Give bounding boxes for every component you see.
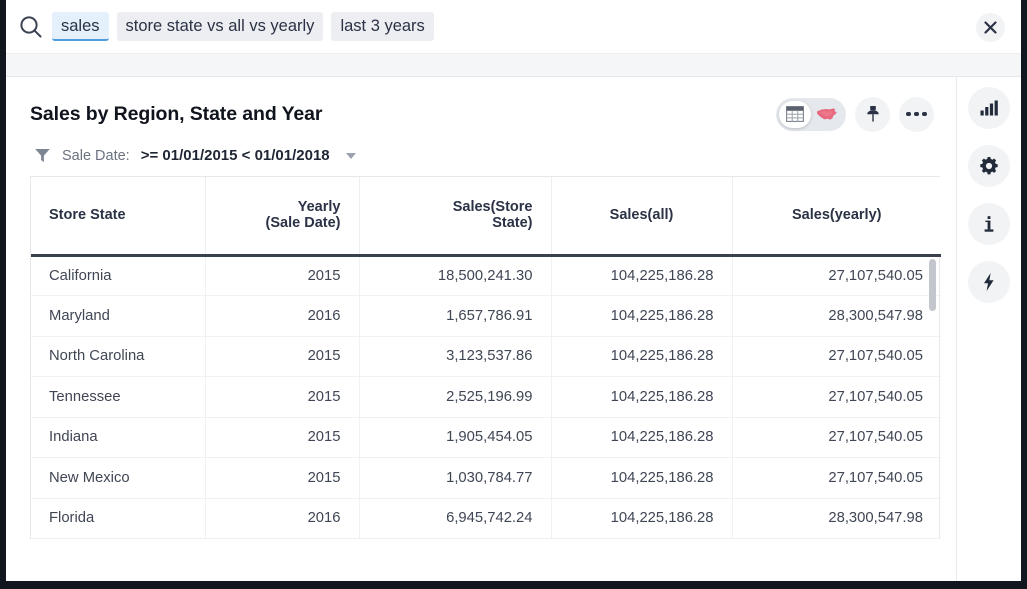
visualization-panel: Sales by Region, State and Year [6,77,956,581]
cell-sales-all: 104,225,186.28 [551,336,732,377]
sidebar-item-settings[interactable] [968,145,1010,187]
table-body: California 2015 18,500,241.30 104,225,18… [31,255,941,539]
cell-yearly: 2015 [205,255,359,296]
toolbar-strip [6,53,1021,77]
toggle-map-view[interactable] [811,101,843,128]
table-row[interactable]: Maryland 2016 1,657,786.91 104,225,186.2… [31,296,941,337]
table-row[interactable]: California 2015 18,500,241.30 104,225,18… [31,255,941,296]
search-chip-store-state-vs-all-vs-yearly[interactable]: store state vs all vs yearly [117,12,324,41]
filter-bar[interactable]: Sale Date: >= 01/01/2015 < 01/01/2018 [6,133,956,176]
cell-yearly: 2015 [205,377,359,418]
column-header-yearly-line2: (Sale Date) [224,215,341,231]
cell-sales-yearly: 27,107,540.05 [732,336,941,377]
cell-sales-all: 104,225,186.28 [551,498,732,539]
us-map-icon [816,107,838,122]
cell-sales-all: 104,225,186.28 [551,417,732,458]
cell-sales-yearly: 27,107,540.05 [732,377,941,418]
view-mode-toggle[interactable] [776,98,846,131]
cell-sales-store-state: 3,123,537.86 [359,336,551,377]
table-header-row: Store State Yearly (Sale Date) Sales(Sto… [31,177,941,255]
column-header-yearly[interactable]: Yearly (Sale Date) [205,177,359,255]
cell-yearly: 2015 [205,458,359,499]
sidebar-item-info[interactable] [968,203,1010,245]
chevron-down-icon[interactable] [346,153,356,159]
cell-sales-all: 104,225,186.28 [551,255,732,296]
more-options-icon [906,112,927,117]
application-window: sales store state vs all vs yearly last … [0,0,1027,589]
visualization-header: Sales by Region, State and Year [6,77,956,133]
column-header-sales-yearly[interactable]: Sales(yearly) [732,177,941,255]
body: Sales by Region, State and Year [6,77,1021,581]
cell-store-state: Maryland [31,296,205,337]
data-table: Store State Yearly (Sale Date) Sales(Sto… [31,177,941,539]
close-icon [984,21,997,34]
table-row[interactable]: Florida 2016 6,945,742.24 104,225,186.28… [31,498,941,539]
cell-store-state: Indiana [31,417,205,458]
column-header-sales-store-state-line2: State) [378,215,533,231]
column-header-sales-store-state-line1: Sales(Store [378,199,533,215]
cell-store-state: Tennessee [31,377,205,418]
cell-sales-all: 104,225,186.28 [551,377,732,418]
cell-sales-store-state: 1,905,454.05 [359,417,551,458]
cell-sales-all: 104,225,186.28 [551,458,732,499]
table-row[interactable]: New Mexico 2015 1,030,784.77 104,225,186… [31,458,941,499]
data-table-container: Store State Yearly (Sale Date) Sales(Sto… [30,176,940,539]
search-icon [16,12,46,42]
table-row[interactable]: Indiana 2015 1,905,454.05 104,225,186.28… [31,417,941,458]
visualization-actions [776,97,934,132]
search-bar[interactable]: sales store state vs all vs yearly last … [6,0,1021,53]
column-header-store-state[interactable]: Store State [31,177,205,255]
more-options-button[interactable] [899,97,934,132]
page-title: Sales by Region, State and Year [30,103,322,126]
cell-sales-all: 104,225,186.28 [551,296,732,337]
table-row[interactable]: North Carolina 2015 3,123,537.86 104,225… [31,336,941,377]
search-chip-list: sales store state vs all vs yearly last … [52,12,434,41]
gear-icon [979,156,999,176]
cell-store-state: Florida [31,498,205,539]
filter-label: Sale Date: [62,148,130,164]
column-header-store-state-line1: Store State [49,207,187,223]
cell-store-state: North Carolina [31,336,205,377]
column-header-sales-all-line1: Sales(all) [570,207,714,223]
close-button[interactable] [976,13,1005,42]
column-header-sales-yearly-line1: Sales(yearly) [751,207,924,223]
sidebar-item-charts[interactable] [968,87,1010,129]
table-row[interactable]: Tennessee 2015 2,525,196.99 104,225,186.… [31,377,941,418]
pin-icon [865,105,881,123]
column-header-yearly-line1: Yearly [224,199,341,215]
cell-sales-yearly: 28,300,547.98 [732,296,941,337]
column-header-sales-store-state[interactable]: Sales(Store State) [359,177,551,255]
table-vertical-scrollbar[interactable] [929,259,936,311]
toggle-table-view[interactable] [779,101,811,128]
cell-yearly: 2016 [205,498,359,539]
lightning-bolt-icon [981,272,997,292]
bar-chart-icon [979,99,999,117]
table-header: Store State Yearly (Sale Date) Sales(Sto… [31,177,941,255]
cell-yearly: 2015 [205,417,359,458]
filter-value[interactable]: >= 01/01/2015 < 01/01/2018 [141,147,330,164]
cell-store-state: California [31,255,205,296]
sidebar-item-actions[interactable] [968,261,1010,303]
cell-store-state: New Mexico [31,458,205,499]
table-icon [786,106,804,122]
info-icon [981,214,997,234]
search-chip-last-3-years[interactable]: last 3 years [331,12,433,41]
pin-button[interactable] [855,97,890,132]
cell-yearly: 2015 [205,336,359,377]
search-chip-sales[interactable]: sales [52,12,109,41]
cell-sales-yearly: 28,300,547.98 [732,498,941,539]
cell-sales-store-state: 1,657,786.91 [359,296,551,337]
cell-sales-store-state: 2,525,196.99 [359,377,551,418]
cell-yearly: 2016 [205,296,359,337]
right-sidebar [957,77,1021,581]
cell-sales-yearly: 27,107,540.05 [732,255,941,296]
cell-sales-yearly: 27,107,540.05 [732,458,941,499]
cell-sales-yearly: 27,107,540.05 [732,417,941,458]
cell-sales-store-state: 18,500,241.30 [359,255,551,296]
cell-sales-store-state: 1,030,784.77 [359,458,551,499]
funnel-icon [34,147,51,164]
cell-sales-store-state: 6,945,742.24 [359,498,551,539]
column-header-sales-all[interactable]: Sales(all) [551,177,732,255]
